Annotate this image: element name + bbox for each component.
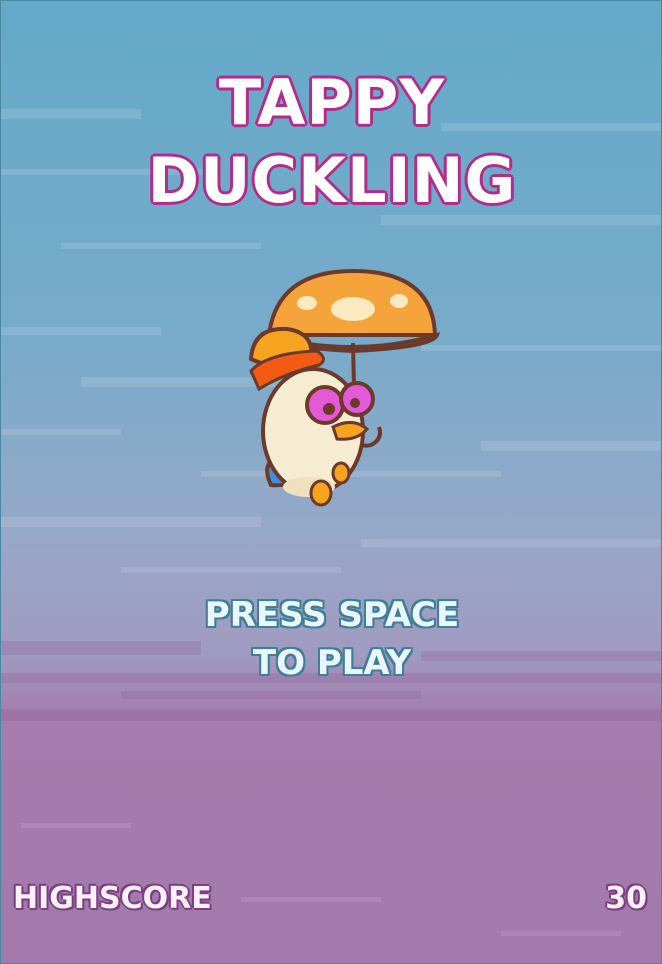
highscore-value: 30 (605, 881, 647, 916)
press-space-prompt-line-1: PRESS SPACE (204, 595, 460, 635)
game-title-line-2: DUCKLING (147, 144, 517, 217)
highscore-label: HIGHSCORE (13, 881, 212, 916)
game-canvas[interactable]: TAPPY DUCKLING PRESS SPACE TO PLAY HIGHS… (0, 0, 662, 964)
press-space-prompt-line-2: TO PLAY (252, 643, 412, 683)
game-title-line-1: TAPPY (218, 66, 446, 139)
duckling-with-umbrella-icon (248, 268, 441, 507)
